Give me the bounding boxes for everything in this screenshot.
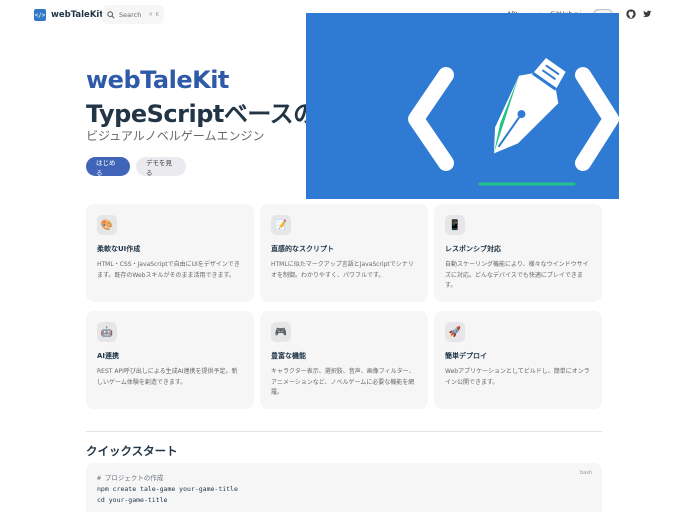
feature-title: AI連携 — [97, 352, 120, 360]
feature-details: Webアプリケーションとしてビルドし、簡単にオンライン公開できます。 — [445, 368, 590, 386]
feature-details: キャラクター表示、選択肢、音声、画像フィルター、アニメーションなど、ノベルゲーム… — [271, 368, 415, 396]
hero-actions: はじめる デモを見る — [86, 157, 186, 177]
code-language-label: bash — [579, 470, 592, 476]
search-shortcut: ⌘ K — [149, 11, 159, 18]
feature-details: HTMLに似たマークアップ言語とJavaScriptでシナリオを制御。わかりやす… — [271, 261, 414, 279]
code-line: npm create tale-game your-game-title — [97, 485, 238, 493]
site-title: webTaleKit — [51, 10, 104, 20]
rocket-icon: 🚀 — [445, 322, 465, 342]
feature-card: 📱 レスポンシブ対応 自動スケーリング機能により、様々なウインドウサイズに対応。… — [434, 204, 602, 302]
feature-title: 直感的なスクリプト — [271, 245, 334, 253]
view-demo-button[interactable]: デモを見る — [136, 157, 186, 177]
feature-details: REST API呼び出しによる生成AI連携を提供予定。新しいゲーム体験を創造でき… — [97, 368, 238, 386]
hero-name: webTaleKit — [86, 66, 229, 94]
brand-link[interactable]: </> webTaleKit — [34, 9, 103, 21]
twitter-icon[interactable] — [642, 9, 652, 19]
code-line: # プロジェクトの作成 — [97, 474, 164, 482]
feature-details: HTML・CSS・JavaScriptで自由にUIをデザインできます。既存のWe… — [97, 261, 240, 279]
palette-icon: 🎨 — [97, 215, 117, 235]
github-icon[interactable] — [626, 9, 636, 19]
code-line: cd your-game-title — [97, 496, 168, 504]
robot-icon: 🤖 — [97, 322, 117, 342]
code-pen-logo-icon — [408, 58, 619, 186]
feature-title: 簡単デプロイ — [445, 352, 487, 360]
search-icon — [107, 10, 115, 19]
feature-card: 🚀 簡単デプロイ Webアプリケーションとしてビルドし、簡単にオンライン公開でき… — [434, 311, 602, 409]
feature-card: 🎮 豊富な機能 キャラクター表示、選択肢、音声、画像フィルター、アニメーションな… — [260, 311, 428, 409]
feature-card: 🎨 柔軟なUI作成 HTML・CSS・JavaScriptで自由にUIをデザイン… — [86, 204, 254, 302]
hero-text: TypeScriptベースの — [86, 100, 317, 128]
feature-card: 📝 直感的なスクリプト HTMLに似たマークアップ言語とJavaScriptでシ… — [260, 204, 428, 302]
memo-icon: 📝 — [271, 215, 291, 235]
feature-title: 豊富な機能 — [271, 352, 306, 360]
feature-details: 自動スケーリング機能により、様々なウインドウサイズに対応。どんなデバイスでも快適… — [445, 261, 589, 289]
hero-image — [306, 13, 619, 199]
hero-tagline: ビジュアルノベルゲームエンジン — [86, 129, 265, 143]
search-label: Search — [119, 10, 142, 19]
logo-icon: </> — [34, 9, 46, 21]
feature-title: レスポンシブ対応 — [445, 245, 501, 253]
search-button[interactable]: Search ⌘ K — [102, 5, 164, 24]
section-divider — [86, 431, 602, 432]
quickstart-heading: クイックスタート — [86, 444, 178, 458]
feature-card: 🤖 AI連携 REST API呼び出しによる生成AI連携を提供予定。新しいゲーム… — [86, 311, 254, 409]
code-block[interactable]: bash # プロジェクトの作成 npm create tale-game yo… — [86, 463, 602, 512]
get-started-button[interactable]: はじめる — [86, 157, 130, 177]
feature-title: 柔軟なUI作成 — [97, 245, 141, 253]
mobile-icon: 📱 — [445, 215, 465, 235]
gamepad-icon: 🎮 — [271, 322, 291, 342]
